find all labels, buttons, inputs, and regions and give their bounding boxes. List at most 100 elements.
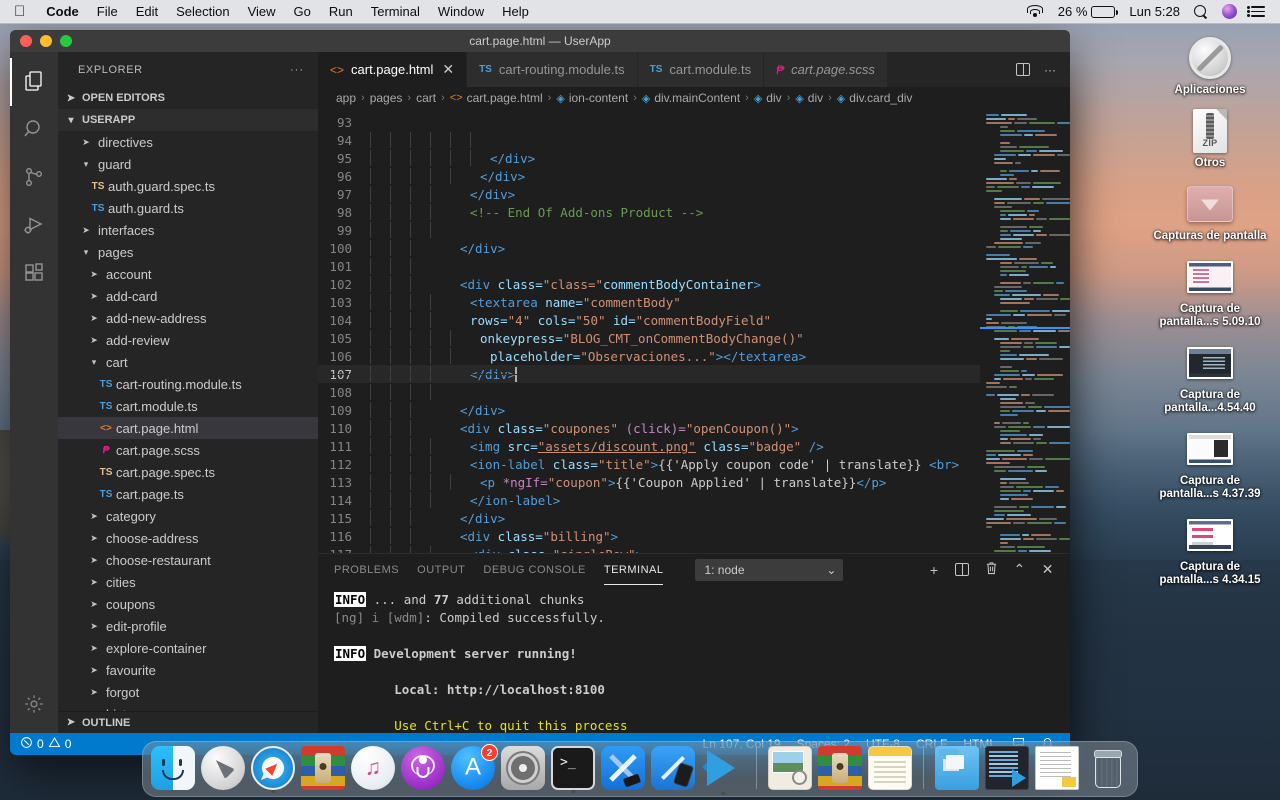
tree-item-explore-container[interactable]: ➤ explore-container: [58, 637, 318, 659]
tree-item-cart-page-spec-ts[interactable]: TS cart.page.spec.ts: [58, 461, 318, 483]
menu-bar-clock[interactable]: Lun 5:28: [1122, 4, 1187, 19]
tree-item-pages[interactable]: ▾ pages: [58, 241, 318, 263]
tree-item-account[interactable]: ➤ account: [58, 263, 318, 285]
code-line[interactable]: 99: [318, 221, 980, 239]
maximize-window-button[interactable]: [60, 35, 72, 47]
code-line[interactable]: 110 <div class="coupones" (click)="openCo…: [318, 419, 980, 437]
close-icon[interactable]: ✕: [1042, 561, 1054, 578]
code-line[interactable]: 103 <textarea name="commentBody": [318, 293, 980, 311]
code-line[interactable]: 107 </div>: [318, 365, 980, 383]
minimize-window-button[interactable]: [40, 35, 52, 47]
dock-item-code-file[interactable]: [985, 746, 1029, 790]
section-open-editors[interactable]: ➤ OPEN EDITORS: [58, 87, 318, 109]
code-line[interactable]: 117<div class="singleRow">: [318, 545, 980, 553]
menu-item-edit[interactable]: Edit: [127, 0, 167, 24]
code-line[interactable]: 104 rows="4" cols="50" id="commentBodyFie…: [318, 311, 980, 329]
dock-item-system-preferences[interactable]: [501, 746, 545, 790]
tree-item-coupons[interactable]: ➤ coupons: [58, 593, 318, 615]
trash-icon[interactable]: [985, 561, 998, 578]
dock-item-downloads-folder[interactable]: [935, 746, 979, 790]
code-line[interactable]: 112 <ion-label class="title">{{'Apply cou…: [318, 455, 980, 473]
code-line[interactable]: 101: [318, 257, 980, 275]
code-line[interactable]: 100 </div>: [318, 239, 980, 257]
editor-tab-cart-page-html[interactable]: <> cart.page.html ✕: [318, 52, 468, 87]
menu-item-terminal[interactable]: Terminal: [362, 0, 429, 24]
tree-item-add-card[interactable]: ➤ add-card: [58, 285, 318, 307]
dock-item-app-store[interactable]: 2: [451, 744, 498, 790]
breadcrumb-item-div[interactable]: ◈ div: [795, 91, 823, 105]
code-line[interactable]: 93: [318, 113, 980, 131]
breadcrumb-item-div-mainContent[interactable]: ◈ div.mainContent: [642, 91, 740, 105]
status-problems[interactable]: 0 0: [10, 736, 71, 752]
desktop-icon-aplicaciones[interactable]: Aplicaciones: [1148, 32, 1272, 97]
dock-item-notes[interactable]: [868, 746, 912, 790]
code-line[interactable]: 109 </div>: [318, 401, 980, 419]
desktop-icon-screenshot-3[interactable]: Captura de pantalla...s 4.37.39: [1148, 423, 1272, 501]
activitybar-item-run-and-debug[interactable]: [10, 202, 58, 250]
wifi-icon[interactable]: [1020, 5, 1051, 18]
terminal-output[interactable]: INFO ... and 77 additional chunks [ng] i …: [318, 585, 1070, 733]
tree-item-cart-page-scss[interactable]: ₱ cart.page.scss: [58, 439, 318, 461]
siri-icon[interactable]: [1215, 4, 1244, 19]
editor-tab-cart-routing-module-ts[interactable]: TS cart-routing.module.ts: [467, 52, 638, 87]
activitybar-item-search[interactable]: [10, 106, 58, 154]
breadcrumb-item-div-card_div[interactable]: ◈ div.card_div: [837, 91, 913, 105]
tree-item-cart-module-ts[interactable]: TS cart.module.ts: [58, 395, 318, 417]
minimap[interactable]: [980, 109, 1070, 553]
tab-debug-console[interactable]: DEBUG CONSOLE: [483, 564, 585, 576]
apple-menu-icon[interactable]: : [0, 4, 37, 19]
battery-status[interactable]: 26 %: [1051, 4, 1123, 19]
breadcrumb-item-ion-content[interactable]: ◈ ion-content: [556, 91, 628, 105]
editor-tab-cart-page-scss[interactable]: ₱ cart.page.scss: [764, 52, 888, 87]
menu-item-window[interactable]: Window: [429, 0, 493, 24]
dock-item-preview[interactable]: [768, 746, 812, 790]
dock-item-safari[interactable]: [251, 746, 295, 793]
activitybar-item-manage[interactable]: [10, 685, 58, 733]
editor-tab-cart-module-ts[interactable]: TS cart.module.ts: [637, 52, 765, 87]
desktop-icon-capturas-de-pantalla[interactable]: Capturas de pantalla: [1148, 178, 1272, 243]
split-icon[interactable]: [954, 563, 969, 576]
tree-item-favourite[interactable]: ➤ favourite: [58, 659, 318, 681]
code-line[interactable]: 115 </div>: [318, 509, 980, 527]
dock-item-trash[interactable]: [1085, 746, 1129, 790]
control-center-icon[interactable]: [1244, 5, 1272, 18]
tree-item-cart-page-html[interactable]: <> cart.page.html: [58, 417, 318, 439]
code-line[interactable]: 116 <div class="billing">: [318, 527, 980, 545]
code-line[interactable]: 98 <!-- End Of Add-ons Product -->: [318, 203, 980, 221]
spotlight-search-icon[interactable]: [1187, 4, 1215, 19]
code-line[interactable]: 111 <img src="assets/discount.png" class=…: [318, 437, 980, 455]
menu-item-file[interactable]: File: [88, 0, 127, 24]
sidebar-more-actions-icon[interactable]: ···: [290, 64, 304, 76]
code-line[interactable]: 105 onkeypress="BLOG_CMT_onCommentBodyCha…: [318, 329, 980, 347]
dock-item-launchpad[interactable]: [201, 746, 245, 790]
dock-item-simulator[interactable]: [651, 746, 695, 790]
tree-item-cart[interactable]: ▾ cart: [58, 351, 318, 373]
activitybar-item-source-control[interactable]: [10, 154, 58, 202]
dock-item-winrar-archive[interactable]: [818, 746, 862, 790]
split-editor-icon[interactable]: [1016, 63, 1030, 76]
dock-item-xcode[interactable]: [601, 746, 645, 790]
tab-output[interactable]: OUTPUT: [417, 564, 465, 576]
close-window-button[interactable]: [20, 35, 32, 47]
breadcrumb-item-div[interactable]: ◈ div: [754, 91, 782, 105]
section-workspace-userapp[interactable]: ▾ USERAPP: [58, 109, 318, 131]
desktop-icon-otros[interactable]: ZIP Otros: [1148, 105, 1272, 170]
tab-problems[interactable]: PROBLEMS: [334, 564, 399, 576]
code-line[interactable]: 108: [318, 383, 980, 401]
tree-item-category[interactable]: ➤ category: [58, 505, 318, 527]
breadcrumb-item-cart[interactable]: cart: [416, 91, 436, 105]
tree-item-directives[interactable]: ➤ directives: [58, 131, 318, 153]
tree-item-add-new-address[interactable]: ➤ add-new-address: [58, 307, 318, 329]
dock-item-terminal[interactable]: [551, 746, 595, 793]
dock-item-finder[interactable]: [151, 746, 195, 790]
chevron-up-icon[interactable]: ⌃: [1014, 561, 1026, 578]
menu-item-code[interactable]: Code: [37, 0, 88, 24]
menu-item-run[interactable]: Run: [320, 0, 362, 24]
activitybar-item-extensions[interactable]: [10, 250, 58, 298]
dock-item-visual-studio-code[interactable]: [701, 746, 745, 795]
menu-item-help[interactable]: Help: [493, 0, 538, 24]
code-line[interactable]: 97 </div>: [318, 185, 980, 203]
dock-item-winrar[interactable]: [301, 746, 345, 790]
tree-item-edit-profile[interactable]: ➤ edit-profile: [58, 615, 318, 637]
minimap-viewport-slider[interactable]: [980, 327, 1070, 329]
